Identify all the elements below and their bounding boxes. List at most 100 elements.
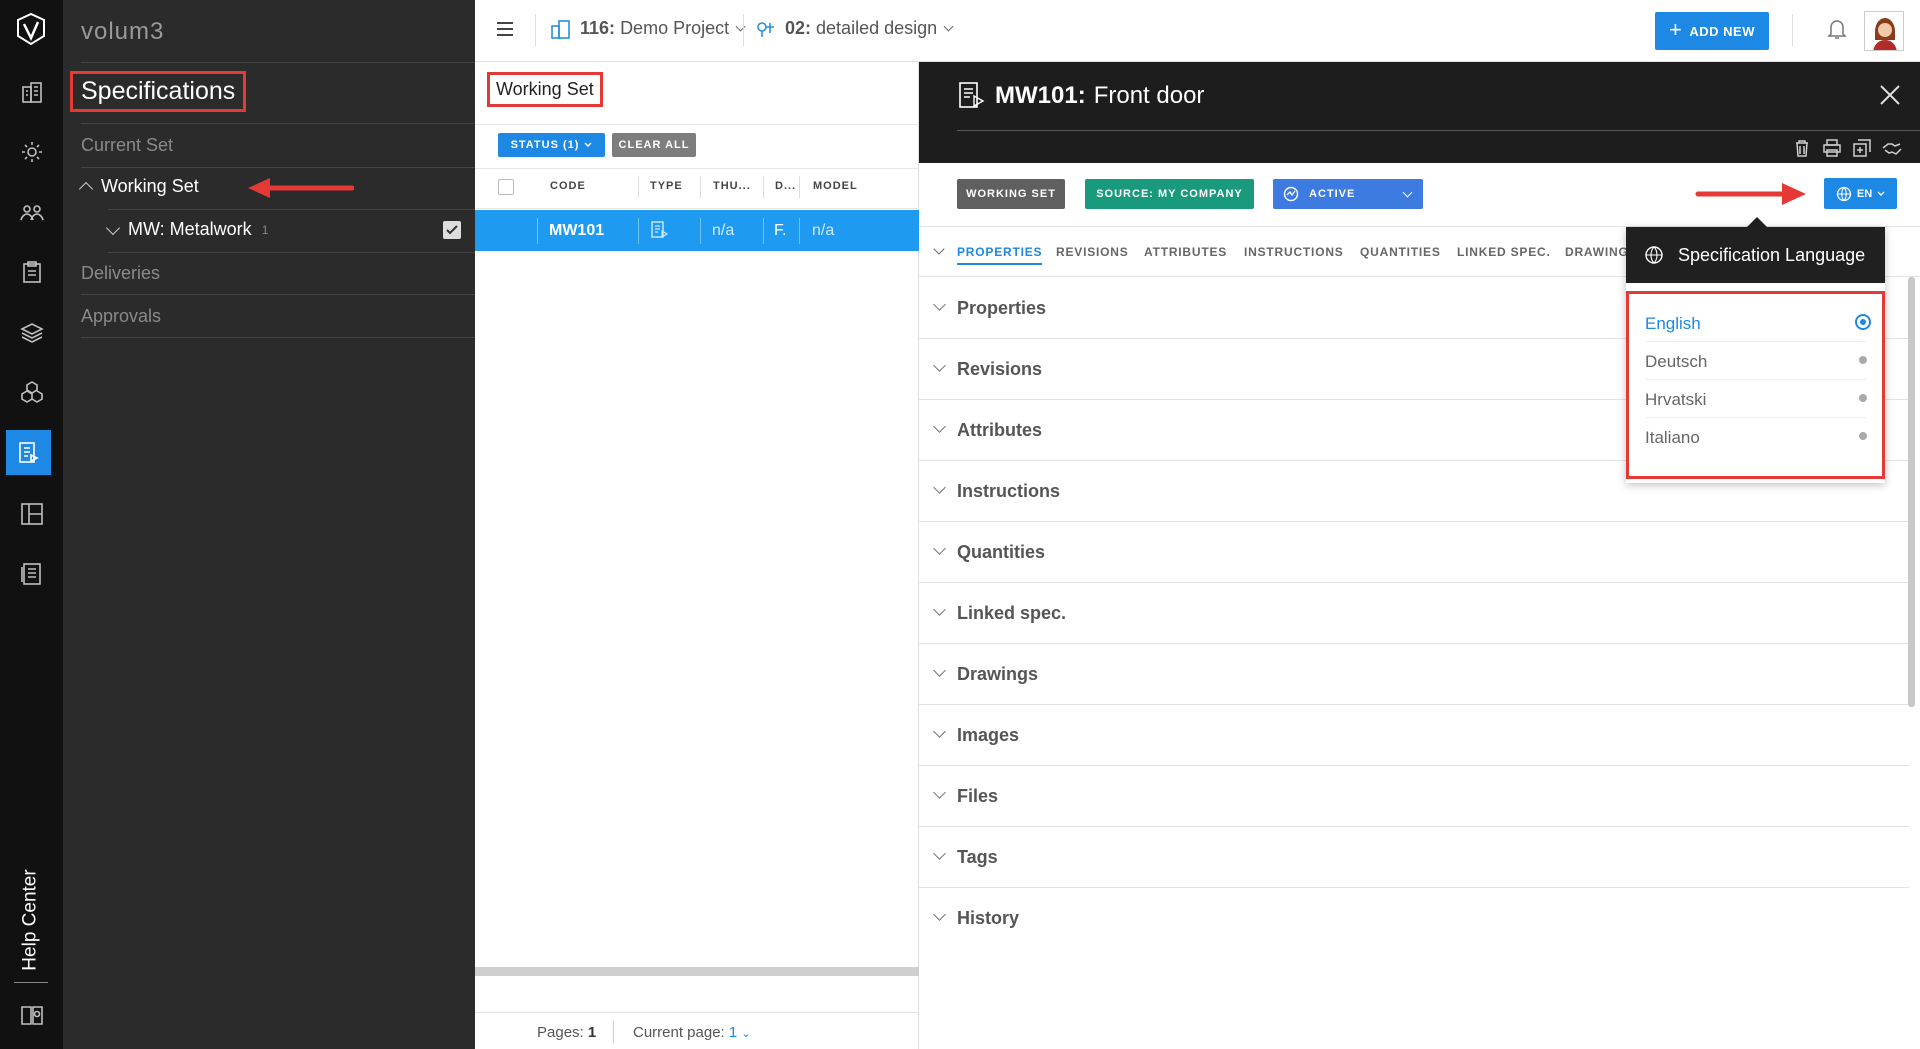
chevron-up-icon[interactable] [78,181,94,197]
radio-dot-icon [1859,432,1867,440]
cubes-icon[interactable] [12,372,52,412]
language-option-hrvatski[interactable]: Hrvatski [1645,380,1867,418]
chevron-down-icon[interactable] [933,243,945,255]
brand-wordmark: volum3 [81,18,165,45]
row-thumbnail: n/a [712,222,735,239]
column-header-type[interactable]: TYPE [650,180,683,192]
icon-rail: Help Center [0,0,63,1049]
row-code: MW101 [549,222,605,239]
language-option-deutsch[interactable]: Deutsch [1645,342,1867,380]
section-drawings[interactable]: Drawings [919,644,1909,705]
close-icon[interactable] [1879,84,1901,106]
delete-icon[interactable] [1792,138,1812,158]
nav-item-working-set[interactable]: Working Set [78,176,199,197]
section-history[interactable]: History [919,888,1909,949]
column-header-thumbnail[interactable]: THU... [713,180,751,192]
language-options-list: English Deutsch Hrvatski Italiano [1626,291,1885,479]
table-row[interactable]: MW101 n/a F. n/a [475,210,919,251]
section-files[interactable]: Files [919,766,1909,827]
radio-selected-icon [1855,314,1871,330]
column-header-model[interactable]: MODEL [813,180,858,192]
nav-item-deliveries[interactable]: Deliveries [81,263,160,284]
help-center-link[interactable]: Help Center [14,869,48,970]
red-annotation-arrow-icon [1695,183,1806,205]
phase-stack-icon [757,21,774,37]
row-d: F. [774,222,787,239]
tab-properties[interactable]: PROPERTIES [957,245,1043,265]
language-option-english[interactable]: English [1645,304,1871,342]
settings-gear-icon[interactable] [12,132,52,172]
chevron-down-icon [933,359,946,372]
section-quantities[interactable]: Quantities [919,522,1909,583]
nav-item-current-set[interactable]: Current Set [81,135,173,156]
checkmark-icon [446,225,458,235]
phase-selector[interactable]: 02: detailed design [755,18,954,39]
metalwork-checkbox[interactable] [443,221,461,239]
nav-item-approvals[interactable]: Approvals [81,306,161,327]
layers-icon[interactable] [12,312,52,352]
tab-drawings[interactable]: DRAWING [1565,245,1629,259]
language-button[interactable]: EN [1824,178,1897,209]
horizontal-scrollbar[interactable] [475,967,919,976]
buildings-icon[interactable] [12,72,52,112]
chevron-down-icon [933,298,946,311]
working-set-list-panel: Working Set STATUS (1) CLEAR ALL CODE TY… [475,62,919,1049]
notification-bell-icon[interactable] [1827,18,1847,40]
status-dropdown[interactable]: ACTIVE [1273,179,1423,209]
report-icon[interactable] [12,554,52,594]
chevron-down-icon [1877,191,1885,196]
working-set-badge: WORKING SET [957,179,1065,209]
section-tags[interactable]: Tags [919,827,1909,888]
radio-dot-icon [1859,394,1867,402]
tab-linked-spec[interactable]: LINKED SPEC. [1457,245,1551,259]
row-model: n/a [812,222,835,239]
specification-language-popup: Specification Language English Deutsch H… [1626,227,1885,483]
volum3-logo-icon[interactable] [12,10,50,48]
chevron-down-icon [933,542,946,555]
tab-attributes[interactable]: ATTRIBUTES [1144,245,1227,259]
chevron-down-icon [735,21,746,32]
help-book-icon[interactable] [12,995,52,1035]
nav-item-metalwork[interactable]: MW: Metalwork 1 [105,219,268,240]
user-avatar[interactable] [1864,11,1904,51]
tab-quantities[interactable]: QUANTITIES [1360,245,1441,259]
tab-instructions[interactable]: INSTRUCTIONS [1244,245,1344,259]
spec-type-icon [651,221,669,239]
chevron-down-icon [943,21,954,32]
current-page-selector[interactable]: Current page: 1 ⌄ [633,1024,751,1041]
chevron-down-icon [933,420,946,433]
chevron-down-icon[interactable] [105,220,121,235]
print-icon[interactable] [1822,138,1842,158]
select-all-checkbox[interactable] [498,179,514,195]
source-badge: SOURCE: MY COMPANY [1085,179,1254,209]
nav-item-working-set-label: Working Set [101,176,199,196]
chevron-down-icon [933,908,946,921]
chevron-down-icon: ⌄ [741,1028,751,1040]
clear-all-button[interactable]: CLEAR ALL [612,133,696,157]
status-filter-button[interactable]: STATUS (1) [498,133,605,157]
duplicate-icon[interactable] [1852,138,1872,158]
hamburger-menu-icon[interactable] [497,22,513,36]
chevron-down-icon [933,481,946,494]
layout-panels-icon[interactable] [12,494,52,534]
handshake-icon[interactable] [1882,138,1902,158]
team-icon[interactable] [12,192,52,232]
tab-revisions[interactable]: REVISIONS [1056,245,1129,259]
section-linked-spec[interactable]: Linked spec. [919,583,1909,644]
globe-icon [1836,186,1852,201]
section-images[interactable]: Images [919,705,1909,766]
add-new-button[interactable]: + ADD NEW [1655,12,1769,50]
column-header-code[interactable]: CODE [550,180,586,192]
specifications-icon[interactable] [6,430,51,475]
popup-title: Specification Language [1678,244,1866,265]
status-globe-icon [1283,186,1299,202]
column-header-d[interactable]: D... [775,180,796,192]
clipboard-icon[interactable] [12,252,52,292]
project-selector[interactable]: 116: Demo Project [550,18,746,39]
language-option-italiano[interactable]: Italiano [1645,418,1867,456]
chevron-down-icon [933,725,946,738]
vertical-scrollbar[interactable] [1908,277,1915,707]
radio-dot-icon [1859,356,1867,364]
popup-header: Specification Language [1626,227,1885,283]
specification-doc-icon [959,82,985,108]
